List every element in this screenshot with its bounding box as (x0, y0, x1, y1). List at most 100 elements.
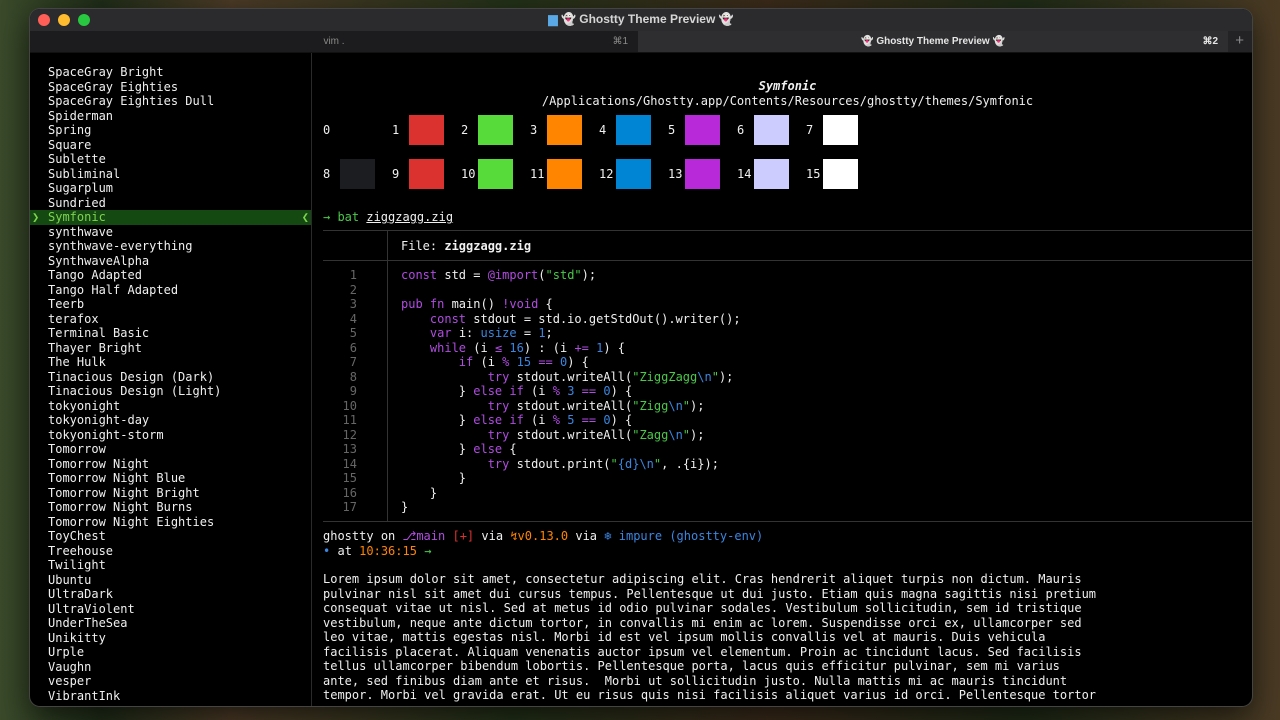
theme-list-item[interactable]: Square (30, 138, 311, 153)
theme-list-item-label: Vaughn (48, 659, 92, 674)
theme-list-item[interactable]: tokyonight (30, 399, 311, 414)
selection-marker-icon: ❮ (301, 210, 309, 224)
theme-list-item[interactable]: vesper (30, 674, 311, 689)
lorem-line: facilisis placerat. Aliquam venenatis au… (323, 644, 1082, 659)
theme-list-item-label: ToyChest (48, 529, 106, 543)
theme-preview-pane: Symfonic /Applications/Ghostty.app/Conte… (323, 53, 1252, 706)
tab-vim[interactable]: vim . ⌘1 (30, 31, 638, 52)
tab-label-text: Ghostty Theme Preview (876, 36, 990, 47)
theme-list-item[interactable]: Thayer Bright (30, 341, 311, 356)
theme-name: Symfonic (758, 79, 817, 93)
theme-list-item-label: vesper (48, 674, 92, 688)
theme-list-item[interactable]: Twilight (30, 558, 311, 573)
code-line: try stdout.writeAll("ZiggZagg\n"); (487, 369, 734, 384)
theme-list-item[interactable]: Tango Adapted (30, 268, 311, 283)
theme-list-item[interactable]: UnderTheSea (30, 616, 311, 631)
theme-list-item[interactable]: tokyonight-storm (30, 428, 311, 443)
theme-list-item[interactable]: Symfonic ❯ ❮ (30, 210, 311, 225)
theme-list-item[interactable]: SynthwaveAlpha (30, 254, 311, 269)
bat-top-rule (323, 230, 1252, 231)
theme-list-item[interactable]: Tomorrow Night Burns (30, 500, 311, 515)
line-number: 7 (349, 355, 357, 369)
tab-theme-preview[interactable]: 👻 Ghostty Theme Preview 👻 ⌘2 (638, 31, 1228, 52)
code-line: while (i ≤ 16) : (i += 1) { (429, 340, 626, 355)
palette-index-label: 12 (599, 167, 614, 181)
prompt-at: at (337, 543, 352, 558)
tab-bar: vim . ⌘1 👻 Ghostty Theme Preview 👻 ⌘2 + (30, 31, 1252, 53)
palette-swatch (478, 159, 513, 189)
theme-list-item-label: SynthwaveAlpha (48, 253, 150, 268)
code-line: if (i % 15 == 0) { (458, 355, 589, 369)
theme-list-item[interactable]: SpaceGray Bright (30, 65, 311, 80)
theme-list-item[interactable]: Treehouse (30, 544, 311, 559)
line-number: 6 (349, 340, 357, 355)
palette-swatch (616, 115, 651, 145)
theme-list-item-label: tokyonight-day (48, 413, 150, 427)
code-line: const std = @import("std"); (401, 268, 597, 282)
theme-list-item[interactable]: Sublette (30, 152, 311, 167)
theme-list-item[interactable]: tokyonight-day (30, 413, 311, 428)
theme-list-item-label: Tinacious Design (Light) (48, 384, 222, 398)
line-number: 4 (349, 311, 357, 326)
code-line: } else { (401, 442, 517, 456)
prompt-zig-version: v0.13.0 (517, 529, 569, 543)
theme-list-item[interactable]: Sundried (30, 196, 311, 211)
tab-label: vim . (323, 36, 345, 47)
palette-index-label: 3 (530, 123, 538, 137)
theme-list-item[interactable]: Ubuntu (30, 573, 311, 588)
theme-list-item[interactable]: synthwave (30, 225, 311, 240)
theme-list-item[interactable]: Tomorrow (30, 442, 311, 457)
ghost-icon: 👻 (992, 36, 1005, 47)
theme-list-item-label: Thayer Bright (48, 340, 142, 355)
palette-index-label: 0 (323, 123, 331, 137)
title-bar: ▆ 👻 Ghostty Theme Preview 👻 (30, 9, 1252, 31)
line-number: 3 (349, 297, 357, 311)
theme-list-item[interactable]: Urple (30, 645, 311, 660)
theme-list-item[interactable]: synthwave-everything (30, 239, 311, 254)
theme-list-item[interactable]: UltraDark (30, 587, 311, 602)
code-line: try stdout.writeAll("Zigg\n"); (487, 398, 705, 413)
code-line: } else if (i % 3 == 0) { (401, 384, 633, 398)
theme-list-item[interactable]: Vaughn (30, 660, 311, 675)
prompt-arrow-icon: → (424, 543, 432, 558)
palette-swatch (754, 159, 789, 189)
theme-list-item[interactable]: Teerb (30, 297, 311, 312)
theme-list-item[interactable]: Terminal Basic (30, 326, 311, 341)
theme-list-item[interactable]: Tomorrow Night Blue (30, 471, 311, 486)
prompt-via: via (575, 529, 598, 543)
theme-list-item[interactable]: The Hulk (30, 355, 311, 370)
theme-list-item[interactable]: Tomorrow Night Bright (30, 486, 311, 501)
theme-list-item[interactable]: Subliminal (30, 167, 311, 182)
theme-list-item-label: Twilight (48, 558, 106, 572)
theme-list-item[interactable]: VibrantInk (30, 689, 311, 704)
folder-icon: ▆ (548, 12, 558, 26)
theme-list-item[interactable]: UltraViolent (30, 602, 311, 617)
palette-swatch (547, 115, 582, 145)
line-number: 12 (342, 427, 357, 442)
theme-list-item[interactable]: Spiderman (30, 109, 311, 124)
theme-list-item[interactable]: Tomorrow Night (30, 457, 311, 472)
palette-swatch (409, 159, 444, 189)
tab-shortcut: ⌘1 (612, 36, 628, 47)
theme-list-item[interactable]: SpaceGray Eighties Dull (30, 94, 311, 109)
theme-list-item[interactable]: ToyChest (30, 529, 311, 544)
new-tab-button[interactable]: + (1235, 32, 1244, 49)
theme-list-item-label: tokyonight-storm (48, 427, 164, 442)
theme-list-item[interactable]: Tinacious Design (Dark) (30, 370, 311, 385)
theme-list-item[interactable]: Tomorrow Night Eighties (30, 515, 311, 530)
theme-list-item[interactable]: Tinacious Design (Light) (30, 384, 311, 399)
theme-list-item[interactable]: terafox (30, 312, 311, 327)
file-label: File: (401, 239, 438, 253)
lorem-line: ante, sed finibus diam ante et risus. Mo… (323, 673, 1068, 688)
theme-path: /Applications/Ghostty.app/Contents/Resou… (541, 94, 1034, 108)
lorem-line: tellus ullamcorper bibendum lobortis. Pe… (323, 659, 1060, 673)
theme-list-item[interactable]: Tango Half Adapted (30, 283, 311, 298)
theme-list-item[interactable]: Sugarplum (30, 181, 311, 196)
theme-list[interactable]: SpaceGray Bright SpaceGray Eighties SpaceG… (30, 53, 312, 706)
theme-list-item[interactable]: Spring (30, 123, 311, 138)
theme-list-item[interactable]: Unikitty (30, 631, 311, 646)
selection-marker-icon: ❯ (32, 210, 40, 224)
theme-list-item-label: UnderTheSea (48, 616, 128, 630)
theme-list-item[interactable]: SpaceGray Eighties (30, 80, 311, 95)
palette-index-label: 2 (461, 123, 469, 137)
